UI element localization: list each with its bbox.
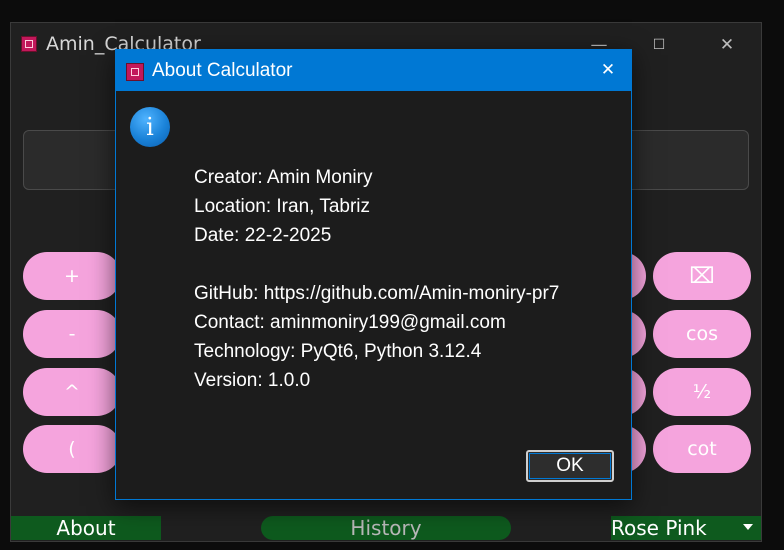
app-icon <box>21 36 37 52</box>
maximize-icon[interactable]: ☐ <box>636 29 682 61</box>
clear-button[interactable]: ⌧ <box>653 252 751 300</box>
ok-button[interactable]: OK <box>526 450 614 482</box>
creator-line: Creator: Amin Moniry <box>194 167 373 188</box>
cos-button[interactable]: cos <box>653 310 751 358</box>
about-info-text: Creator: Amin Moniry Location: Iran, Tab… <box>194 163 559 395</box>
info-icon: i <box>130 107 170 147</box>
contact-line: Contact: aminmoniry199@gmail.com <box>194 312 506 333</box>
theme-label: Rose Pink <box>611 516 707 540</box>
plus-button[interactable]: + <box>23 252 121 300</box>
dialog-close-icon[interactable]: ✕ <box>591 55 625 85</box>
power-button[interactable]: ^ <box>23 368 121 416</box>
dialog-app-icon <box>126 63 144 81</box>
dialog-title: About Calculator <box>152 60 293 81</box>
about-dialog: About Calculator ✕ i Creator: Amin Monir… <box>115 49 632 500</box>
github-line: GitHub: https://github.com/Amin-moniry-p… <box>194 283 560 304</box>
dialog-titlebar: About Calculator ✕ <box>116 50 631 91</box>
date-line: Date: 22-2-2025 <box>194 225 332 246</box>
technology-line: Technology: PyQt6, Python 3.12.4 <box>194 341 482 362</box>
minus-button[interactable]: - <box>23 310 121 358</box>
close-icon[interactable]: ✕ <box>704 29 750 61</box>
chevron-down-icon <box>743 524 753 530</box>
open-paren-button[interactable]: ( <box>23 425 121 473</box>
theme-dropdown[interactable]: Rose Pink <box>611 516 761 540</box>
about-button[interactable]: About <box>11 516 161 540</box>
version-line: Version: 1.0.0 <box>194 370 311 391</box>
location-line: Location: Iran, Tabriz <box>194 196 371 217</box>
history-button[interactable]: History <box>261 516 511 540</box>
cot-button[interactable]: cot <box>653 425 751 473</box>
half-button[interactable]: ½ <box>653 368 751 416</box>
